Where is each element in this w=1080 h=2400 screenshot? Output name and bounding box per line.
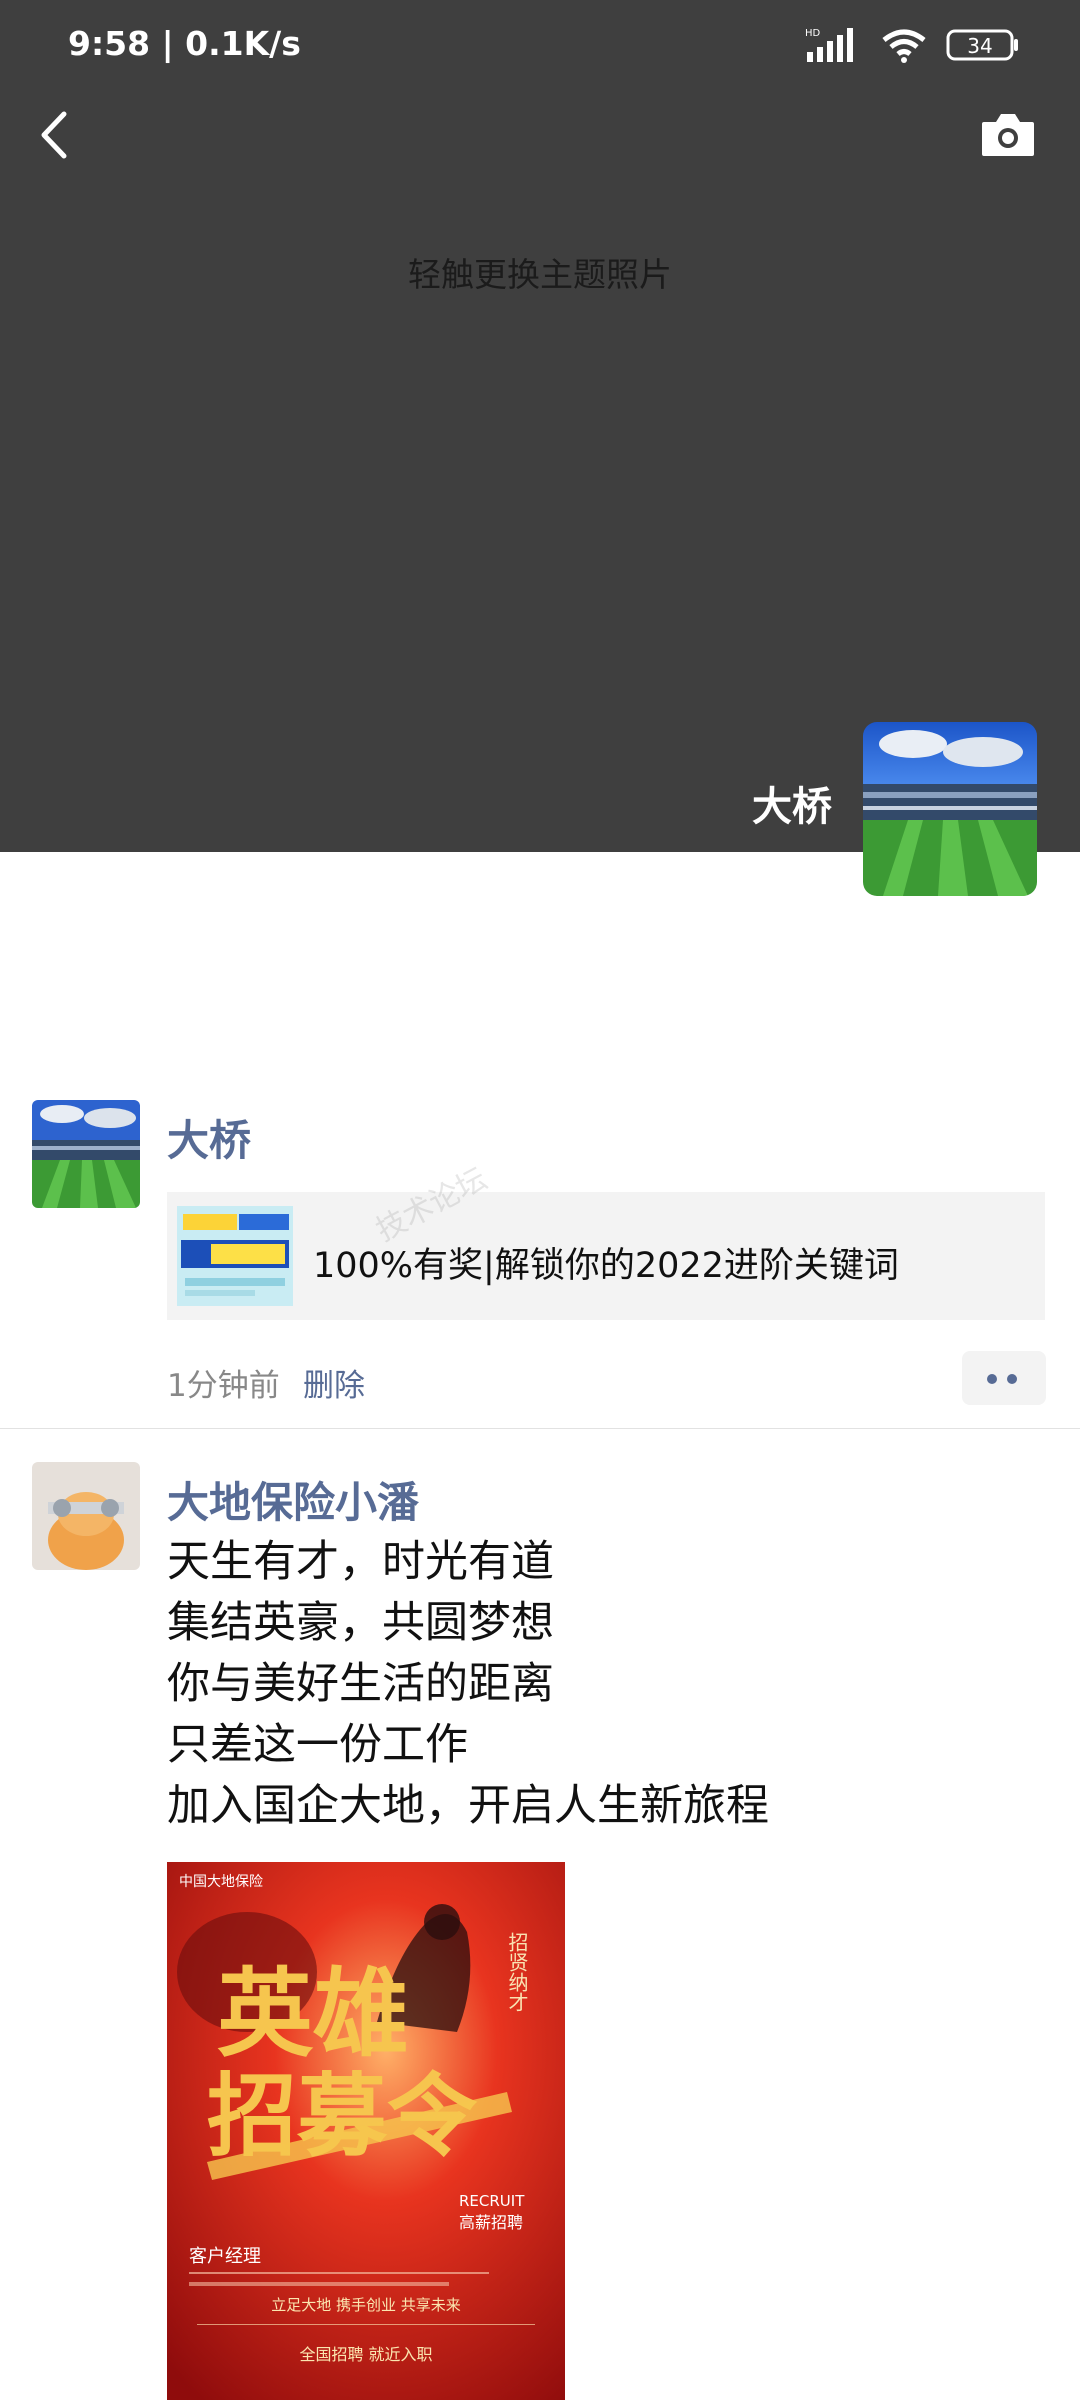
- svg-text:客户经理: 客户经理: [189, 2246, 261, 2267]
- svg-text:中国大地保险: 中国大地保险: [179, 1874, 263, 1890]
- change-cover-hint[interactable]: 轻触更换主题照片: [0, 248, 1080, 296]
- status-time: 9:58 | 0.1K/s: [68, 24, 301, 63]
- svg-text:全国招聘 就近入职: 全国招聘 就近入职: [299, 2345, 432, 2364]
- svg-text:招贤纳才: 招贤纳才: [505, 1932, 529, 2012]
- svg-text:立足大地 携手创业 共享未来: 立足大地 携手创业 共享未来: [271, 2296, 461, 2314]
- signal-icon: HD: [805, 28, 853, 62]
- shared-link-card[interactable]: 100%有奖|解锁你的2022进阶关键词: [167, 1192, 1045, 1320]
- profile-avatar[interactable]: [863, 722, 1037, 896]
- svg-text:英雄: 英雄: [217, 1957, 409, 2070]
- more-actions-button[interactable]: [962, 1351, 1046, 1405]
- post-text: 天生有才，时光有道 集结英豪，共圆梦想 你与美好生活的距离 只差这一份工作 加入…: [167, 1532, 769, 1837]
- post-text-line: 你与美好生活的距离: [167, 1659, 554, 1709]
- post-image[interactable]: 中国大地保险 招贤纳才 英雄 招募令 RECRUIT 高薪招聘 客户经理 立足大…: [167, 1862, 565, 2400]
- shared-link-title: 100%有奖|解锁你的2022进阶关键词: [313, 1246, 899, 1286]
- shared-link-thumbnail: [177, 1206, 293, 1306]
- post-username[interactable]: 大地保险小潘: [167, 1469, 419, 1530]
- post-text-line: 只差这一份工作: [167, 1720, 468, 1770]
- dot-icon: [987, 1374, 997, 1384]
- status-bar: 9:58 | 0.1K/s HD 34: [0, 0, 1080, 90]
- svg-text:HD: HD: [805, 28, 821, 39]
- wifi-icon: [882, 29, 926, 63]
- camera-icon[interactable]: [980, 110, 1036, 158]
- post-text-line: 集结英豪，共圆梦想: [167, 1598, 554, 1648]
- post-text-line: 天生有才，时光有道: [167, 1537, 554, 1587]
- delete-button[interactable]: 删除: [303, 1360, 365, 1405]
- post-username[interactable]: 大桥: [167, 1107, 251, 1168]
- post-avatar[interactable]: [32, 1100, 140, 1208]
- battery-icon: 34: [946, 29, 1018, 61]
- post-time: 1分钟前: [167, 1368, 280, 1404]
- post-avatar[interactable]: [32, 1462, 140, 1570]
- svg-text:34: 34: [967, 34, 992, 58]
- svg-text:高薪招聘: 高薪招聘: [459, 2213, 523, 2232]
- back-arrow-icon[interactable]: [30, 100, 80, 170]
- post-text-line: 加入国企大地，开启人生新旅程: [167, 1781, 769, 1831]
- svg-text:RECRUIT: RECRUIT: [459, 2192, 525, 2210]
- post-divider: [0, 1428, 1080, 1429]
- profile-name: 大桥: [752, 784, 832, 830]
- dot-icon: [1007, 1374, 1017, 1384]
